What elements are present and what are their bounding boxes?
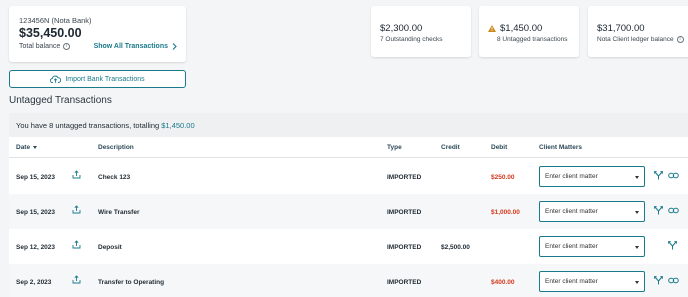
stat-amount-row: $1,450.00 (488, 23, 542, 34)
stat-amount: $31,700.00 (597, 23, 645, 34)
column-description: Description (98, 144, 134, 151)
link-icon[interactable] (668, 171, 679, 180)
stat-label: 7 Outstanding checks (380, 36, 443, 43)
row-type: IMPORTED (387, 209, 422, 216)
stat-label-row: Nota Client ledger balance i (597, 36, 684, 43)
cloud-upload-icon (50, 75, 62, 83)
warning-icon (488, 25, 496, 32)
split-icon[interactable] (654, 276, 663, 285)
split-icon[interactable] (654, 171, 663, 180)
row-date: Sep 12, 2023 (16, 244, 56, 251)
import-bank-transactions-button[interactable]: Import Bank Transactions (9, 70, 186, 88)
row-type: IMPORTED (387, 174, 422, 181)
info-icon[interactable]: i (63, 43, 71, 50)
client-matter-select[interactable]: Enter client matter (539, 236, 645, 257)
table-row: Sep 2, 2023 Transfer to Operating IMPORT… (9, 264, 688, 297)
column-client-matters: Client Matters (539, 144, 582, 151)
column-date[interactable]: Date (16, 144, 38, 151)
header-divider (9, 157, 688, 158)
table-row: Sep 15, 2023 Wire Transfer IMPORTED $1,0… (9, 194, 688, 229)
total-balance-label: Total balance i (19, 43, 71, 50)
table-header: Date Description Type Credit Debit Clien… (9, 141, 688, 155)
upload-icon[interactable] (72, 275, 81, 284)
upload-icon[interactable] (72, 170, 81, 179)
untagged-summary: You have 8 untagged transactions, totall… (9, 113, 688, 137)
link-icon[interactable] (668, 276, 679, 285)
row-description: Wire Transfer (98, 209, 140, 216)
column-debit: Debit (491, 144, 508, 151)
stat-amount: $2,300.00 (380, 23, 423, 34)
row-debit: $250.00 (491, 174, 515, 181)
section-title: Untagged Transactions (9, 95, 112, 106)
sort-down-icon (33, 146, 38, 149)
column-type: Type (387, 144, 402, 151)
row-date: Sep 15, 2023 (16, 209, 56, 216)
column-credit: Credit (441, 144, 460, 151)
chevron-down-icon (635, 246, 639, 249)
row-description: Deposit (98, 244, 122, 251)
info-icon[interactable]: i (676, 36, 684, 43)
row-date: Sep 15, 2023 (16, 174, 56, 181)
upload-icon[interactable] (72, 240, 81, 249)
split-icon[interactable] (654, 206, 663, 215)
bank-account-card: 123456N (Nota Bank) $35,450.00 Total bal… (9, 6, 186, 62)
client-matter-placeholder: Enter client matter (545, 278, 598, 285)
row-debit: $400.00 (491, 279, 515, 286)
row-type: IMPORTED (387, 279, 422, 286)
client-ledger-balance-card[interactable]: $31,700.00 Nota Client ledger balance i (588, 6, 688, 57)
stat-amount: $1,450.00 (500, 23, 543, 34)
outstanding-checks-card[interactable]: $2,300.00 7 Outstanding checks (371, 6, 471, 57)
bank-account-name: 123456N (Nota Bank) (19, 16, 92, 25)
stat-label: Nota Client ledger balance (597, 36, 674, 43)
table-row: Sep 12, 2023 Deposit IMPORTED $2,500.00 … (9, 229, 688, 264)
chevron-down-icon (635, 281, 639, 284)
client-matter-placeholder: Enter client matter (545, 173, 598, 180)
summary-total: $1,450.00 (161, 121, 195, 130)
client-matter-placeholder: Enter client matter (545, 243, 598, 250)
client-matter-placeholder: Enter client matter (545, 208, 598, 215)
link-icon[interactable] (668, 206, 679, 215)
summary-text: You have 8 untagged transactions, totall… (16, 121, 160, 130)
chevron-down-icon (635, 176, 639, 179)
chevron-down-icon (635, 211, 639, 214)
row-description: Check 123 (98, 174, 131, 181)
show-all-transactions-link[interactable]: Show All Transactions (94, 43, 177, 50)
bank-balance-amount: $35,450.00 (19, 26, 82, 40)
split-icon[interactable] (668, 241, 677, 250)
show-all-transactions-label: Show All Transactions (93, 43, 168, 50)
row-date: Sep 2, 2023 (16, 279, 52, 286)
stat-label: 8 Untagged transactions (497, 36, 568, 43)
untagged-transactions-card[interactable]: $1,450.00 8 Untagged transactions (479, 6, 579, 57)
client-matter-select[interactable]: Enter client matter (539, 271, 645, 292)
client-matter-select[interactable]: Enter client matter (539, 201, 645, 222)
chevron-right-icon (172, 43, 177, 50)
total-balance-text: Total balance (19, 43, 61, 50)
import-bank-transactions-label: Import Bank Transactions (65, 75, 145, 83)
column-date-label: Date (16, 144, 31, 151)
row-debit: $1,000.00 (491, 209, 520, 216)
row-credit: $2,500.00 (441, 244, 470, 251)
client-matter-select[interactable]: Enter client matter (539, 166, 645, 187)
row-description: Transfer to Operating (98, 279, 165, 286)
row-type: IMPORTED (387, 244, 422, 251)
untagged-transactions-table: You have 8 untagged transactions, totall… (9, 113, 688, 297)
upload-icon[interactable] (72, 205, 81, 214)
table-row: Sep 15, 2023 Check 123 IMPORTED $250.00 … (9, 159, 688, 194)
